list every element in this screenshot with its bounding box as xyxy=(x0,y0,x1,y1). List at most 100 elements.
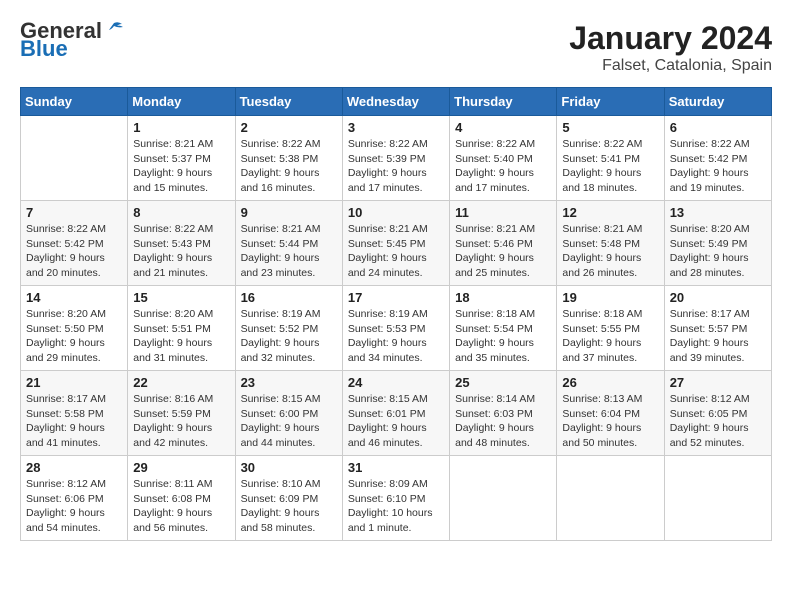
weekday-header-tuesday: Tuesday xyxy=(235,88,342,116)
calendar-cell: 17Sunrise: 8:19 AM Sunset: 5:53 PM Dayli… xyxy=(342,286,449,371)
day-info: Sunrise: 8:22 AM Sunset: 5:43 PM Dayligh… xyxy=(133,222,229,281)
day-info: Sunrise: 8:20 AM Sunset: 5:51 PM Dayligh… xyxy=(133,307,229,366)
day-info: Sunrise: 8:12 AM Sunset: 6:05 PM Dayligh… xyxy=(670,392,766,451)
day-info: Sunrise: 8:21 AM Sunset: 5:44 PM Dayligh… xyxy=(241,222,337,281)
calendar-cell: 11 Sunrise: 8:21 AM Sunset: 5:46 PM Dayli… xyxy=(450,201,557,286)
day-info: Sunrise: 8:17 AM Sunset: 5:57 PM Dayligh… xyxy=(670,307,766,366)
calendar-cell: 30Sunrise: 8:10 AM Sunset: 6:09 PM Dayli… xyxy=(235,456,342,541)
day-info: Sunrise: 8:21 AM Sunset: 5:45 PM Dayligh… xyxy=(348,222,444,281)
calendar-cell: 18 Sunrise: 8:18 AM Sunset: 5:54 PM Dayli… xyxy=(450,286,557,371)
day-number: 3 xyxy=(348,120,444,135)
calendar-cell: 22Sunrise: 8:16 AM Sunset: 5:59 PM Dayli… xyxy=(128,371,235,456)
day-number: 2 xyxy=(241,120,337,135)
day-info: Sunrise: 8:22 AM Sunset: 5:39 PM Dayligh… xyxy=(348,137,444,196)
day-number: 25 xyxy=(455,375,551,390)
day-info: Sunrise: 8:17 AM Sunset: 5:58 PM Dayligh… xyxy=(26,392,122,451)
day-info: Sunrise: 8:22 AM Sunset: 5:40 PM Dayligh… xyxy=(455,137,551,196)
week-row-2: 7 Sunrise: 8:22 AM Sunset: 5:42 PM Daylig… xyxy=(21,201,772,286)
day-number: 9 xyxy=(241,205,337,220)
calendar-cell: 29 Sunrise: 8:11 AM Sunset: 6:08 PM Dayli… xyxy=(128,456,235,541)
day-number: 8 xyxy=(133,205,229,220)
calendar-cell: 1Sunrise: 8:21 AM Sunset: 5:37 PM Daylig… xyxy=(128,116,235,201)
logo-bird-icon xyxy=(104,21,124,37)
logo: General Blue xyxy=(20,20,124,60)
day-info: Sunrise: 8:18 AM Sunset: 5:55 PM Dayligh… xyxy=(562,307,658,366)
weekday-header-row: SundayMondayTuesdayWednesdayThursdayFrid… xyxy=(21,88,772,116)
day-number: 4 xyxy=(455,120,551,135)
day-info: Sunrise: 8:22 AM Sunset: 5:42 PM Dayligh… xyxy=(670,137,766,196)
calendar-cell: 20 Sunrise: 8:17 AM Sunset: 5:57 PM Dayli… xyxy=(664,286,771,371)
day-number: 29 xyxy=(133,460,229,475)
day-number: 31 xyxy=(348,460,444,475)
calendar-cell: 12Sunrise: 8:21 AM Sunset: 5:48 PM Dayli… xyxy=(557,201,664,286)
day-number: 16 xyxy=(241,290,337,305)
day-info: Sunrise: 8:20 AM Sunset: 5:49 PM Dayligh… xyxy=(670,222,766,281)
day-info: Sunrise: 8:20 AM Sunset: 5:50 PM Dayligh… xyxy=(26,307,122,366)
day-info: Sunrise: 8:12 AM Sunset: 6:06 PM Dayligh… xyxy=(26,477,122,536)
weekday-header-monday: Monday xyxy=(128,88,235,116)
day-number: 19 xyxy=(562,290,658,305)
calendar-cell xyxy=(557,456,664,541)
day-info: Sunrise: 8:09 AM Sunset: 6:10 PM Dayligh… xyxy=(348,477,444,536)
calendar-cell: 15 Sunrise: 8:20 AM Sunset: 5:51 PM Dayli… xyxy=(128,286,235,371)
day-number: 23 xyxy=(241,375,337,390)
weekday-header-friday: Friday xyxy=(557,88,664,116)
calendar-cell: 21Sunrise: 8:17 AM Sunset: 5:58 PM Dayli… xyxy=(21,371,128,456)
day-info: Sunrise: 8:22 AM Sunset: 5:38 PM Dayligh… xyxy=(241,137,337,196)
day-info: Sunrise: 8:14 AM Sunset: 6:03 PM Dayligh… xyxy=(455,392,551,451)
day-number: 7 xyxy=(26,205,122,220)
day-number: 6 xyxy=(670,120,766,135)
day-info: Sunrise: 8:15 AM Sunset: 6:00 PM Dayligh… xyxy=(241,392,337,451)
day-info: Sunrise: 8:19 AM Sunset: 5:52 PM Dayligh… xyxy=(241,307,337,366)
calendar-title: January 2024 xyxy=(569,20,772,57)
day-info: Sunrise: 8:10 AM Sunset: 6:09 PM Dayligh… xyxy=(241,477,337,536)
calendar-cell: 4 Sunrise: 8:22 AM Sunset: 5:40 PM Daylig… xyxy=(450,116,557,201)
calendar-cell: 10 Sunrise: 8:21 AM Sunset: 5:45 PM Dayli… xyxy=(342,201,449,286)
day-number: 22 xyxy=(133,375,229,390)
calendar-cell xyxy=(21,116,128,201)
day-info: Sunrise: 8:21 AM Sunset: 5:46 PM Dayligh… xyxy=(455,222,551,281)
day-info: Sunrise: 8:13 AM Sunset: 6:04 PM Dayligh… xyxy=(562,392,658,451)
day-number: 15 xyxy=(133,290,229,305)
calendar-cell: 13 Sunrise: 8:20 AM Sunset: 5:49 PM Dayli… xyxy=(664,201,771,286)
day-info: Sunrise: 8:19 AM Sunset: 5:53 PM Dayligh… xyxy=(348,307,444,366)
day-number: 13 xyxy=(670,205,766,220)
logo-blue: Blue xyxy=(20,38,68,60)
week-row-4: 21Sunrise: 8:17 AM Sunset: 5:58 PM Dayli… xyxy=(21,371,772,456)
calendar-cell: 25 Sunrise: 8:14 AM Sunset: 6:03 PM Dayli… xyxy=(450,371,557,456)
day-info: Sunrise: 8:22 AM Sunset: 5:41 PM Dayligh… xyxy=(562,137,658,196)
page-header: General Blue January 2024 Falset, Catalo… xyxy=(20,20,772,75)
day-number: 5 xyxy=(562,120,658,135)
day-number: 11 xyxy=(455,205,551,220)
day-number: 10 xyxy=(348,205,444,220)
calendar-cell: 26 Sunrise: 8:13 AM Sunset: 6:04 PM Dayli… xyxy=(557,371,664,456)
calendar-cell: 24Sunrise: 8:15 AM Sunset: 6:01 PM Dayli… xyxy=(342,371,449,456)
day-number: 1 xyxy=(133,120,229,135)
day-number: 14 xyxy=(26,290,122,305)
day-number: 20 xyxy=(670,290,766,305)
calendar-cell: 27Sunrise: 8:12 AM Sunset: 6:05 PM Dayli… xyxy=(664,371,771,456)
calendar-cell: 14 Sunrise: 8:20 AM Sunset: 5:50 PM Dayli… xyxy=(21,286,128,371)
calendar-cell: 9 Sunrise: 8:21 AM Sunset: 5:44 PM Daylig… xyxy=(235,201,342,286)
day-number: 24 xyxy=(348,375,444,390)
week-row-1: 1Sunrise: 8:21 AM Sunset: 5:37 PM Daylig… xyxy=(21,116,772,201)
calendar-table: SundayMondayTuesdayWednesdayThursdayFrid… xyxy=(20,87,772,541)
day-info: Sunrise: 8:11 AM Sunset: 6:08 PM Dayligh… xyxy=(133,477,229,536)
calendar-cell: 5 Sunrise: 8:22 AM Sunset: 5:41 PM Daylig… xyxy=(557,116,664,201)
day-number: 26 xyxy=(562,375,658,390)
week-row-5: 28Sunrise: 8:12 AM Sunset: 6:06 PM Dayli… xyxy=(21,456,772,541)
calendar-cell: 3 Sunrise: 8:22 AM Sunset: 5:39 PM Daylig… xyxy=(342,116,449,201)
calendar-cell xyxy=(450,456,557,541)
title-block: January 2024 Falset, Catalonia, Spain xyxy=(569,20,772,75)
calendar-cell: 16 Sunrise: 8:19 AM Sunset: 5:52 PM Dayli… xyxy=(235,286,342,371)
calendar-cell xyxy=(664,456,771,541)
day-info: Sunrise: 8:18 AM Sunset: 5:54 PM Dayligh… xyxy=(455,307,551,366)
day-info: Sunrise: 8:21 AM Sunset: 5:48 PM Dayligh… xyxy=(562,222,658,281)
calendar-cell: 2 Sunrise: 8:22 AM Sunset: 5:38 PM Daylig… xyxy=(235,116,342,201)
calendar-cell: 6 Sunrise: 8:22 AM Sunset: 5:42 PM Daylig… xyxy=(664,116,771,201)
day-info: Sunrise: 8:22 AM Sunset: 5:42 PM Dayligh… xyxy=(26,222,122,281)
calendar-cell: 7 Sunrise: 8:22 AM Sunset: 5:42 PM Daylig… xyxy=(21,201,128,286)
day-number: 18 xyxy=(455,290,551,305)
calendar-cell: 28Sunrise: 8:12 AM Sunset: 6:06 PM Dayli… xyxy=(21,456,128,541)
calendar-subtitle: Falset, Catalonia, Spain xyxy=(569,57,772,75)
